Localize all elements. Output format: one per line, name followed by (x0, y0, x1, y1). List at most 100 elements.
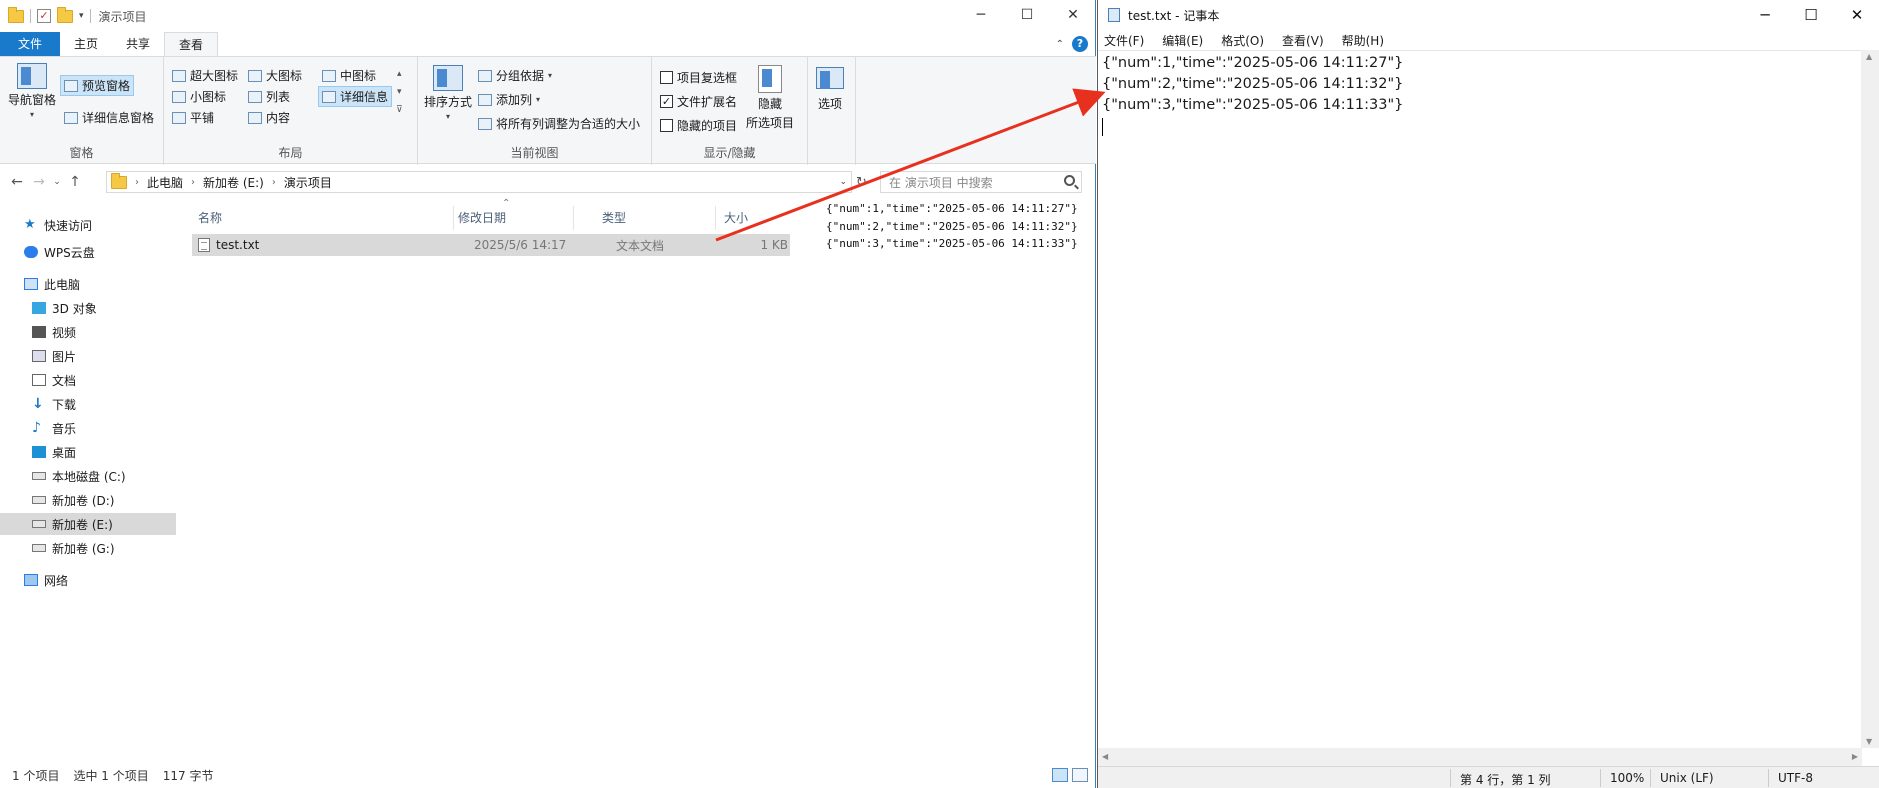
chevron-right-icon[interactable]: › (135, 177, 139, 188)
maximize-button[interactable]: ☐ (1788, 0, 1834, 30)
nav-documents[interactable]: 文档 (0, 369, 176, 391)
checkbox-unchecked[interactable] (660, 71, 673, 84)
large-icons-view-icon[interactable] (1072, 768, 1088, 782)
table-row[interactable]: test.txt 2025/5/6 14:17 文本文档 1 KB (192, 234, 790, 256)
navigation-pane-button[interactable]: 导航窗格 ▾ (8, 63, 56, 119)
scroll-up-icon[interactable]: ▴ (397, 69, 402, 79)
vertical-scrollbar[interactable]: ▲ ▼ (1861, 50, 1879, 748)
close-button[interactable]: ✕ (1834, 0, 1879, 30)
minimize-button[interactable]: ─ (1742, 0, 1788, 30)
search-icon[interactable] (1064, 175, 1075, 186)
layout-scroll[interactable]: ▴ ▾ ⊽ (396, 69, 403, 115)
preview-line: {"num":3,"time":"2025-05-06 14:11:33"} (826, 237, 1078, 250)
tab-file[interactable]: 文件 (0, 32, 61, 56)
item-checkboxes-toggle[interactable]: 项目复选框 (660, 69, 737, 86)
chevron-right-icon[interactable]: › (191, 177, 195, 188)
column-size[interactable]: 大小 (718, 206, 790, 230)
tab-view[interactable]: 查看 (164, 32, 219, 56)
scroll-left-icon[interactable]: ◀ (1102, 752, 1108, 761)
nav-wps-cloud[interactable]: WPS云盘 (0, 241, 176, 263)
expand-gallery-icon[interactable]: ⊽ (396, 105, 403, 115)
nav-drive-g[interactable]: 新加卷 (G:) (0, 537, 176, 559)
fit-columns-icon (478, 117, 492, 130)
layout-label: 详细信息 (340, 90, 389, 104)
recent-locations-icon[interactable]: ⌄ (50, 177, 64, 187)
search-input[interactable]: 在 演示项目 中搜索 (880, 171, 1082, 193)
nav-downloads[interactable]: ↓ 下载 (0, 393, 176, 415)
breadcrumb-this-pc[interactable]: 此电脑 (147, 174, 183, 191)
breadcrumb-demo-project[interactable]: 演示项目 (284, 174, 332, 191)
layout-content[interactable]: 内容 (248, 109, 290, 126)
sort-by-button[interactable]: 排序方式 ▾ (424, 65, 472, 121)
notepad-text-area[interactable]: {"num":1,"time":"2025-05-06 14:11:27"} {… (1098, 50, 1862, 748)
layout-small-icons[interactable]: 小图标 (172, 88, 226, 105)
qat-dropdown-icon[interactable]: ▾ (79, 11, 84, 21)
layout-tiles[interactable]: 平铺 (172, 109, 214, 126)
properties-icon[interactable]: ✓ (37, 9, 51, 23)
add-columns-label: 添加列 (496, 93, 533, 107)
group-by-button[interactable]: 分组依据 ▾ (478, 67, 552, 84)
nav-3d-objects[interactable]: 3D 对象 (0, 297, 176, 319)
file-extensions-toggle[interactable]: ✓ 文件扩展名 (660, 93, 737, 110)
navigation-pane-label: 导航窗格 (8, 93, 57, 107)
column-modified[interactable]: 修改日期 (452, 206, 574, 230)
layout-details[interactable]: 详细信息 (318, 86, 393, 107)
nav-this-pc[interactable]: 此电脑 (0, 273, 176, 295)
new-folder-icon[interactable] (57, 6, 73, 23)
menu-view[interactable]: 查看(V) (1282, 32, 1324, 49)
close-button[interactable]: ✕ (1050, 0, 1096, 30)
nav-videos[interactable]: 视频 (0, 321, 176, 343)
scroll-right-icon[interactable]: ▶ (1852, 752, 1858, 761)
horizontal-scrollbar[interactable]: ◀ ▶ (1098, 748, 1862, 766)
menu-format[interactable]: 格式(O) (1221, 32, 1264, 49)
nav-quick-access[interactable]: ★ 快速访问 (0, 214, 176, 236)
nav-drive-d[interactable]: 新加卷 (D:) (0, 489, 176, 511)
tab-home[interactable]: 主页 (60, 32, 112, 56)
hide-selected-button[interactable]: 隐藏 所选项目 (746, 65, 794, 131)
menu-help[interactable]: 帮助(H) (1342, 32, 1384, 49)
details-pane-button[interactable]: 详细信息窗格 (64, 109, 154, 126)
add-columns-button[interactable]: 添加列 ▾ (478, 91, 540, 108)
hidden-items-toggle[interactable]: 隐藏的项目 (660, 117, 737, 134)
column-name[interactable]: 名称 (192, 206, 454, 230)
layout-large-icons[interactable]: 大图标 (248, 67, 302, 84)
layout-medium-icons[interactable]: 中图标 (322, 67, 376, 84)
scroll-down-icon[interactable]: ▾ (397, 87, 402, 97)
help-icon[interactable]: ? (1072, 36, 1088, 52)
status-divider (1450, 769, 1451, 787)
nav-desktop[interactable]: 桌面 (0, 441, 176, 463)
text-file-icon (198, 238, 210, 252)
address-box[interactable]: › 此电脑 › 新加卷 (E:) › 演示项目 ⌄ (106, 171, 852, 193)
layout-group-label: 布局 (278, 146, 303, 160)
collapse-ribbon-icon[interactable]: ⌃ (1056, 39, 1064, 50)
checkbox-unchecked[interactable] (660, 119, 673, 132)
maximize-button[interactable]: ☐ (1004, 0, 1050, 30)
minimize-button[interactable]: ─ (958, 0, 1004, 30)
layout-list[interactable]: 列表 (248, 88, 290, 105)
column-type[interactable]: 类型 (596, 206, 716, 230)
refresh-icon[interactable]: ↻ (856, 175, 867, 190)
back-arrow-icon[interactable]: ← (6, 174, 28, 190)
tab-share[interactable]: 共享 (112, 32, 164, 56)
checkbox-checked[interactable]: ✓ (660, 95, 673, 108)
add-columns-icon (478, 93, 492, 106)
scroll-up-icon[interactable]: ▲ (1866, 52, 1872, 61)
nav-network[interactable]: 网络 (0, 569, 176, 591)
scroll-down-icon[interactable]: ▼ (1866, 737, 1872, 746)
menu-file[interactable]: 文件(F) (1104, 32, 1144, 49)
nav-music[interactable]: ♪ 音乐 (0, 417, 176, 439)
nav-pictures[interactable]: 图片 (0, 345, 176, 367)
forward-arrow-icon[interactable]: → (28, 174, 50, 190)
up-arrow-icon[interactable]: ↑ (64, 174, 86, 190)
details-view-icon[interactable] (1052, 768, 1068, 782)
breadcrumb-drive-e[interactable]: 新加卷 (E:) (203, 174, 264, 191)
options-button[interactable]: 选项 (816, 67, 844, 112)
menu-edit[interactable]: 编辑(E) (1162, 32, 1203, 49)
chevron-right-icon[interactable]: › (272, 177, 276, 188)
address-dropdown-icon[interactable]: ⌄ (839, 177, 847, 187)
fit-columns-button[interactable]: 将所有列调整为合适的大小 (478, 115, 640, 132)
preview-pane-button[interactable]: 预览窗格 (60, 75, 135, 96)
layout-extra-large-icons[interactable]: 超大图标 (172, 67, 238, 84)
nav-drive-e[interactable]: 新加卷 (E:) (0, 513, 176, 535)
nav-drive-c[interactable]: 本地磁盘 (C:) (0, 465, 176, 487)
